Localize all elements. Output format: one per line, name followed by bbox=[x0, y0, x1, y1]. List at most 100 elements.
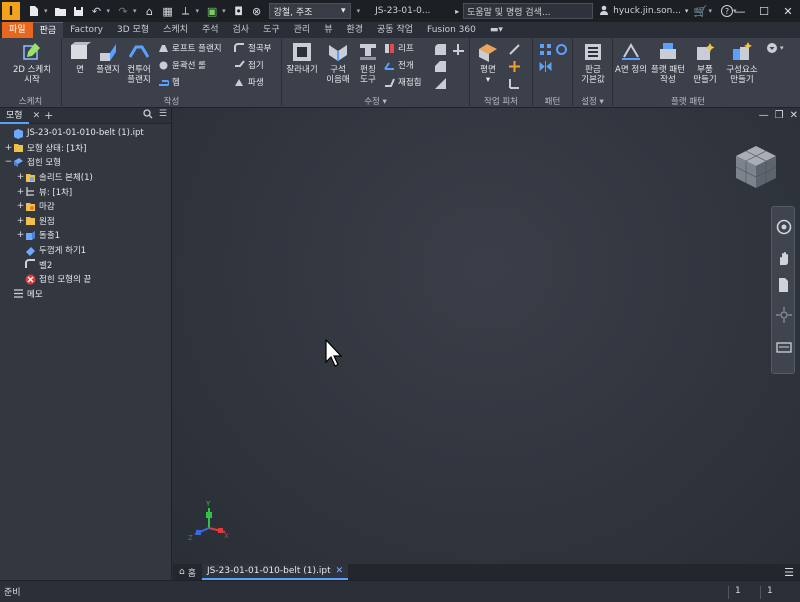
viewcube[interactable] bbox=[733, 142, 779, 190]
user-account[interactable]: hyuck.jin.son... ▾ bbox=[599, 5, 688, 18]
work-axis-icon[interactable] bbox=[508, 43, 521, 56]
measure-caret-icon[interactable]: ▾ bbox=[196, 7, 200, 15]
rip-button[interactable]: 리프 bbox=[384, 41, 414, 55]
tab-model[interactable]: 모형 bbox=[0, 108, 29, 124]
mirror-icon[interactable] bbox=[539, 60, 552, 73]
start-2d-sketch-button[interactable]: 2D 스케치 시작 bbox=[8, 41, 56, 85]
close-icon[interactable]: ✕ bbox=[336, 566, 344, 576]
unfold-button[interactable]: 전개 bbox=[384, 58, 414, 72]
expand-icon[interactable]: + bbox=[16, 172, 25, 182]
tab-file[interactable]: 파일 bbox=[2, 22, 33, 38]
tab-manage[interactable]: 관리 bbox=[287, 22, 318, 38]
tree-node[interactable]: 접힌 모형의 끝 bbox=[0, 272, 171, 287]
tree-node[interactable]: JS-23-01-01-010-belt (1).ipt bbox=[0, 126, 171, 141]
graphics-viewport[interactable]: — ❐ ✕ Y X Z bbox=[173, 108, 800, 564]
punch-tool-button[interactable]: 펀칭 도구 bbox=[354, 41, 382, 85]
redo-icon[interactable]: ↷ bbox=[115, 3, 131, 19]
tab-inspect[interactable]: 검사 bbox=[226, 22, 257, 38]
tab-fusion-360[interactable]: Fusion 360 bbox=[420, 22, 483, 38]
flange-button[interactable]: 플랜지 bbox=[94, 41, 122, 75]
appearance-icon[interactable]: ◘ bbox=[231, 3, 247, 19]
select-filter-caret-icon[interactable]: ▾ bbox=[222, 7, 226, 15]
home-view-icon[interactable]: ⌂ bbox=[142, 3, 158, 19]
save-icon[interactable] bbox=[71, 3, 87, 19]
tree-node[interactable]: + 모형 상태: [1차] bbox=[0, 141, 171, 156]
delete-face-icon[interactable] bbox=[434, 77, 447, 90]
create-flat-pattern-button[interactable]: 플랫 패턴 작성 bbox=[649, 41, 687, 85]
view-face-icon[interactable] bbox=[776, 339, 792, 355]
corner-seam-button[interactable]: 구석 이음매 bbox=[322, 41, 354, 85]
tab-annotate[interactable]: 주석 bbox=[195, 22, 226, 38]
add-browser-tab-icon[interactable]: + bbox=[44, 109, 53, 122]
expand-icon[interactable]: + bbox=[4, 143, 13, 153]
new-file-icon[interactable] bbox=[26, 3, 42, 19]
ribbon-extra-options[interactable]: ▾ bbox=[766, 42, 784, 54]
ucs-icon[interactable] bbox=[508, 77, 521, 90]
make-components-button[interactable]: 구성요소 만들기 bbox=[723, 41, 761, 85]
cart-icon[interactable]: 🛒 bbox=[692, 3, 708, 19]
tab-home[interactable]: ⌂ 홈 bbox=[173, 564, 202, 580]
tree-node[interactable]: − 접힌 모형 bbox=[0, 155, 171, 170]
menu-icon[interactable]: ☰ bbox=[159, 109, 167, 122]
material-dropdown[interactable]: 강철, 주조 ▾ bbox=[268, 3, 351, 19]
collapse-icon[interactable]: − bbox=[4, 157, 13, 167]
derive-button[interactable]: 파생 bbox=[234, 75, 264, 89]
plane-button[interactable]: 평면 ▾ bbox=[474, 41, 502, 85]
refold-button[interactable]: 재접힘 bbox=[384, 75, 421, 89]
tab-view[interactable]: 뷰 bbox=[317, 22, 339, 38]
circular-pattern-icon[interactable] bbox=[555, 43, 568, 56]
bend-button[interactable]: 절곡부 bbox=[234, 41, 271, 55]
tab-environments[interactable]: 환경 bbox=[339, 22, 370, 38]
close-icon[interactable]: ✕ bbox=[33, 111, 41, 121]
minimize-icon[interactable]: — bbox=[728, 0, 752, 22]
tab-sketch[interactable]: 스케치 bbox=[156, 22, 195, 38]
tree-node[interactable]: + 마감 bbox=[0, 199, 171, 214]
tree-node[interactable]: + 뷰: [1차] bbox=[0, 184, 171, 199]
cut-button[interactable]: 잘라내기 bbox=[284, 41, 320, 75]
select-filter-icon[interactable]: ▣ bbox=[204, 3, 220, 19]
a-side-definition-button[interactable]: A면 정의 bbox=[613, 41, 649, 75]
menu-icon[interactable]: ☰ bbox=[784, 566, 794, 579]
expand-icon[interactable]: + bbox=[16, 201, 25, 211]
tab-active-document[interactable]: JS-23-01-01-010-belt (1).ipt ✕ bbox=[202, 564, 349, 580]
pan-hand-icon[interactable] bbox=[776, 251, 792, 267]
expand-icon[interactable]: + bbox=[16, 187, 25, 197]
orbit-icon[interactable] bbox=[776, 307, 792, 323]
expand-icon[interactable]: + bbox=[16, 216, 25, 226]
tab-sheet-metal[interactable]: 판금 bbox=[32, 22, 64, 38]
maximize-icon[interactable]: ☐ bbox=[752, 0, 776, 22]
open-folder-icon[interactable] bbox=[53, 3, 69, 19]
undo-caret-icon[interactable]: ▾ bbox=[107, 7, 111, 15]
tab-collaborate[interactable]: 공동 작업 bbox=[370, 22, 420, 38]
rectangular-pattern-icon[interactable] bbox=[539, 43, 552, 56]
tree-node[interactable]: 메모 bbox=[0, 287, 171, 302]
clear-appearance-icon[interactable]: ⊗ bbox=[249, 3, 265, 19]
work-point-icon[interactable] bbox=[508, 60, 521, 73]
cart-caret-icon[interactable]: ▾ bbox=[708, 7, 712, 15]
search-icon[interactable] bbox=[143, 109, 153, 122]
make-part-button[interactable]: 부품 만들기 bbox=[689, 41, 721, 85]
lofted-flange-button[interactable]: 로프트 플랜지 bbox=[158, 41, 222, 55]
corner-chamfer-icon[interactable] bbox=[434, 60, 447, 73]
split-icon[interactable] bbox=[452, 43, 465, 56]
steering-wheel-icon[interactable] bbox=[776, 219, 792, 235]
undo-icon[interactable]: ↶ bbox=[89, 3, 105, 19]
new-file-caret-icon[interactable]: ▾ bbox=[44, 7, 48, 15]
tab-factory[interactable]: Factory bbox=[63, 22, 110, 38]
redo-caret-icon[interactable]: ▾ bbox=[133, 7, 137, 15]
expand-icon[interactable]: + bbox=[16, 230, 25, 240]
update-icon[interactable]: ▦ bbox=[160, 3, 176, 19]
tree-node[interactable]: + 솔리드 본체(1) bbox=[0, 170, 171, 185]
tree-node[interactable]: 벨2 bbox=[0, 257, 171, 272]
zoom-icon[interactable] bbox=[776, 277, 792, 293]
tree-node[interactable]: + 원점 bbox=[0, 214, 171, 229]
tree-node[interactable]: 두껍게 하기1 bbox=[0, 243, 171, 258]
help-search-input[interactable]: 도움말 및 명령 검색... bbox=[463, 3, 594, 19]
material-extra-caret-icon[interactable]: ▾ bbox=[357, 7, 361, 15]
close-icon[interactable]: ✕ bbox=[776, 0, 800, 22]
contour-roll-button[interactable]: 윤곽선 롤 bbox=[158, 58, 206, 72]
close-icon[interactable]: ✕ bbox=[790, 110, 798, 121]
measure-icon[interactable]: ⟂ bbox=[178, 3, 194, 19]
sheet-metal-defaults-button[interactable]: 판금 기본값 bbox=[575, 41, 611, 85]
ribbon-display-options-icon[interactable]: ▬▾ bbox=[483, 22, 510, 38]
